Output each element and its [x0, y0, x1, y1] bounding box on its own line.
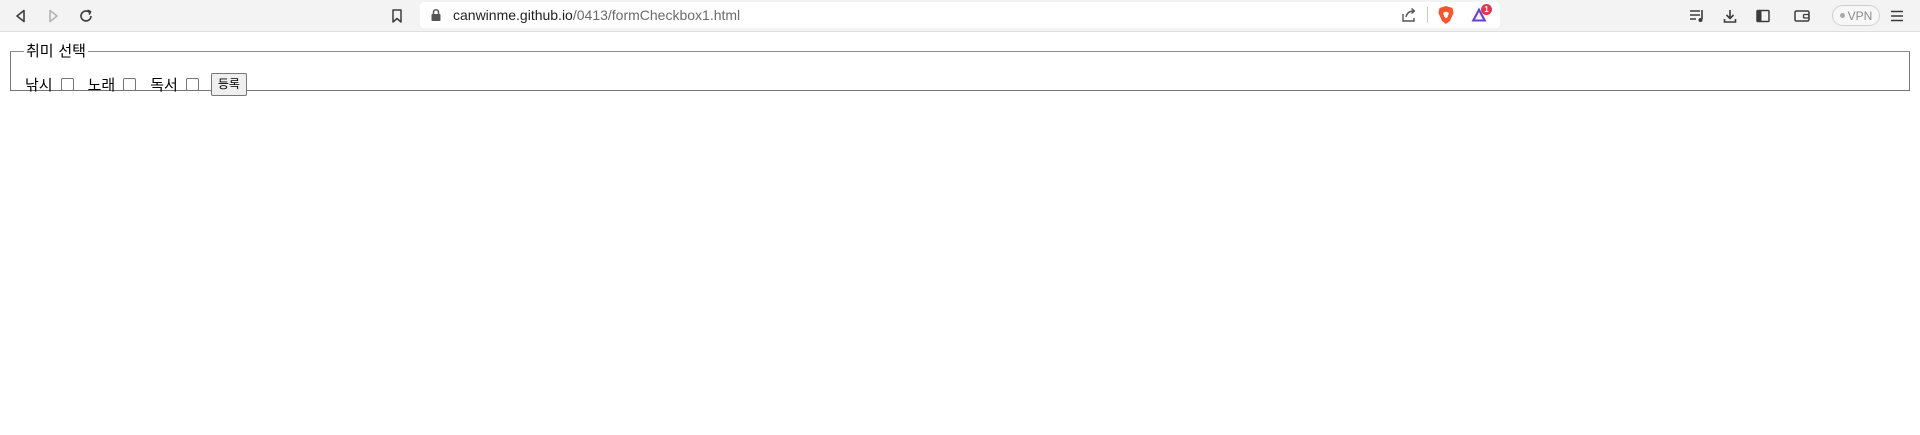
download-icon[interactable] — [1718, 4, 1742, 28]
url-path: /0413/formCheckbox1.html — [572, 7, 741, 23]
rewards-badge: 1 — [1481, 4, 1492, 15]
url-host: canwinme.github.io — [453, 7, 573, 23]
option-label-fishing: 낚시 — [25, 75, 53, 94]
option-label-singing: 노래 — [87, 75, 116, 94]
submit-button[interactable]: 등록 — [210, 73, 247, 96]
url-text[interactable]: canwinme.github.io/0413/formCheckbox1.ht… — [453, 2, 740, 28]
address-bar-divider — [1427, 7, 1428, 23]
checkbox-fishing[interactable] — [60, 78, 74, 91]
browser-toolbar: canwinme.github.io/0413/formCheckbox1.ht… — [0, 0, 1920, 32]
menu-icon[interactable] — [1885, 4, 1909, 28]
hobby-options: 낚시 노래 독서 등록 — [25, 73, 247, 96]
page-content: 취미 선택 낚시 노래 독서 등록 — [0, 33, 1920, 435]
brave-shields-icon[interactable] — [1437, 5, 1455, 29]
playlist-icon[interactable] — [1685, 4, 1709, 28]
checkbox-singing[interactable] — [123, 78, 137, 91]
back-icon[interactable] — [9, 4, 33, 28]
hobby-legend: 취미 선택 — [26, 42, 86, 60]
wallet-icon[interactable] — [1790, 4, 1814, 28]
address-bar[interactable]: canwinme.github.io/0413/formCheckbox1.ht… — [420, 2, 1500, 28]
vpn-status-dot — [1839, 13, 1845, 18]
forward-icon[interactable] — [41, 4, 65, 28]
share-icon[interactable] — [1400, 6, 1418, 28]
hobby-fieldset: 취미 선택 낚시 노래 독서 등록 — [10, 42, 1910, 96]
reload-icon[interactable] — [74, 4, 98, 28]
lock-icon — [430, 7, 442, 26]
option-label-reading: 독서 — [150, 75, 178, 94]
sidebar-icon[interactable] — [1751, 4, 1775, 28]
vpn-button[interactable]: VPN — [1832, 5, 1880, 26]
checkbox-reading[interactable] — [185, 78, 199, 91]
vpn-label: VPN — [1847, 8, 1873, 23]
bookmark-icon[interactable] — [385, 4, 409, 28]
